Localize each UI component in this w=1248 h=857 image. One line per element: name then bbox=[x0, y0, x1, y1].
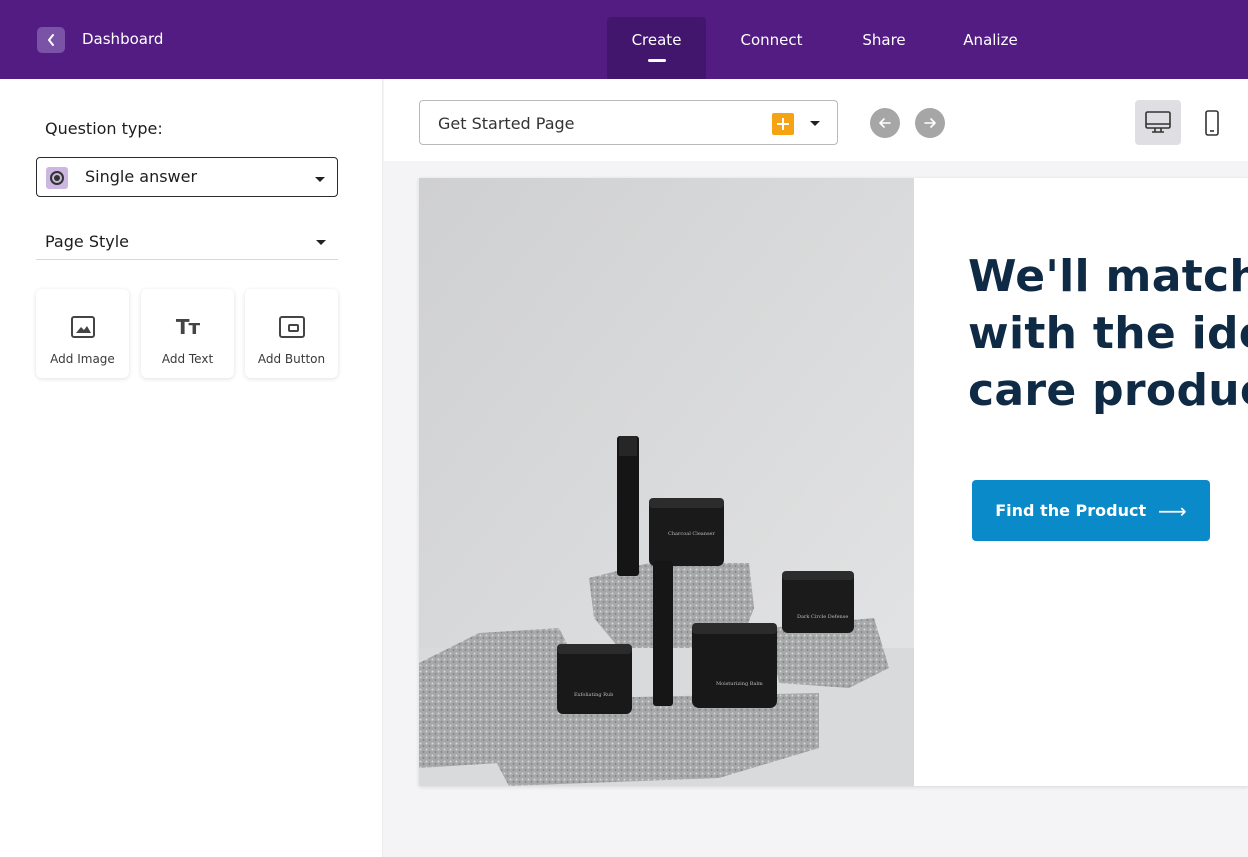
arrow-left-icon bbox=[879, 118, 891, 128]
mobile-view-button[interactable] bbox=[1189, 100, 1235, 145]
image-icon bbox=[70, 316, 95, 338]
chevron-down-icon bbox=[315, 177, 325, 182]
tab-analize[interactable]: Analize bbox=[943, 0, 1038, 79]
active-tab-indicator bbox=[647, 59, 666, 62]
text-icon: Tт bbox=[175, 315, 200, 339]
question-type-label: Question type: bbox=[45, 119, 163, 138]
plus-icon bbox=[777, 118, 789, 130]
add-page-button[interactable] bbox=[772, 113, 794, 135]
cta-label: Find the Product bbox=[995, 501, 1147, 520]
svg-text:Dark Circle Defense: Dark Circle Defense bbox=[797, 614, 848, 620]
page-style-dropdown[interactable]: Page Style bbox=[36, 222, 338, 260]
page-style-label: Page Style bbox=[45, 232, 130, 251]
svg-text:Charcoal Cleanser: Charcoal Cleanser bbox=[668, 531, 716, 537]
next-page-button[interactable] bbox=[915, 108, 945, 138]
tab-connect-label: Connect bbox=[740, 30, 803, 49]
add-image-label: Add Image bbox=[50, 352, 115, 366]
page-select-value: Get Started Page bbox=[438, 114, 575, 133]
question-type-select[interactable]: Single answer bbox=[36, 157, 338, 197]
svg-text:Exfoliating Rub: Exfoliating Rub bbox=[574, 692, 613, 698]
radio-icon bbox=[46, 167, 68, 189]
add-button-label: Add Button bbox=[257, 352, 326, 366]
add-text-label: Add Text bbox=[161, 352, 214, 366]
left-panel: Question type: Single answer Page Style … bbox=[0, 79, 383, 857]
back-button[interactable] bbox=[37, 27, 65, 53]
tab-connect[interactable]: Connect bbox=[719, 0, 824, 79]
tab-create[interactable]: Create bbox=[607, 17, 706, 79]
hero-image[interactable]: Charcoal Cleanser Dark Circle Defense Ex… bbox=[419, 178, 914, 786]
desktop-view-button[interactable] bbox=[1135, 100, 1181, 145]
top-nav-bar: Dashboard Create Connect Share Analize bbox=[0, 0, 1248, 79]
button-icon bbox=[278, 316, 305, 338]
page-preview-canvas: Charcoal Cleanser Dark Circle Defense Ex… bbox=[419, 178, 1248, 786]
tab-share-label: Share bbox=[862, 30, 906, 49]
chevron-down-icon[interactable] bbox=[810, 121, 820, 126]
question-type-value: Single answer bbox=[85, 167, 198, 186]
chevron-down-icon bbox=[316, 240, 326, 245]
tab-share[interactable]: Share bbox=[843, 0, 925, 79]
desktop-icon bbox=[1145, 110, 1171, 133]
arrow-right-icon bbox=[924, 118, 936, 128]
svg-text:Moisturizing Balm: Moisturizing Balm bbox=[716, 681, 763, 687]
add-text-button[interactable]: Tт Add Text bbox=[141, 289, 234, 378]
editor-toolbar: Get Started Page bbox=[384, 79, 1248, 161]
dashboard-link[interactable]: Dashboard bbox=[82, 29, 163, 49]
product-photo: Charcoal Cleanser Dark Circle Defense Ex… bbox=[419, 178, 914, 786]
tab-analize-label: Analize bbox=[963, 30, 1018, 49]
hero-title[interactable]: We'll match with the ide care produc bbox=[968, 248, 1248, 419]
mobile-icon bbox=[1205, 109, 1219, 136]
tab-create-label: Create bbox=[631, 30, 682, 49]
find-product-button[interactable]: Find the Product ⟶ bbox=[972, 480, 1210, 541]
prev-page-button[interactable] bbox=[870, 108, 900, 138]
page-select[interactable]: Get Started Page bbox=[419, 100, 838, 145]
chevron-left-icon bbox=[48, 34, 54, 46]
add-image-button[interactable]: Add Image bbox=[36, 289, 129, 378]
add-button-button[interactable]: Add Button bbox=[245, 289, 338, 378]
arrow-right-icon: ⟶ bbox=[1158, 498, 1187, 523]
